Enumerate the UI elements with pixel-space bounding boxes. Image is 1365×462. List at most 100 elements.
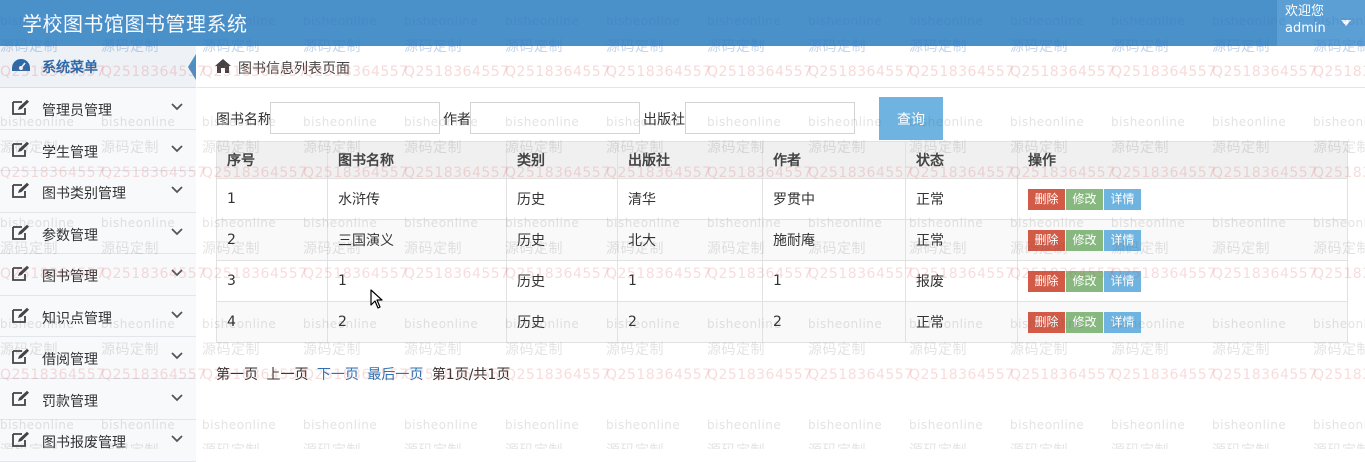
chevron-down-icon	[171, 352, 183, 360]
sidebar-item-label: 参数管理	[42, 227, 98, 244]
sidebar-item-label: 图书报废管理	[42, 435, 126, 451]
cell-publisher: 清华	[617, 178, 763, 220]
edit-icon	[12, 182, 29, 198]
detail-button[interactable]: 详情	[1104, 311, 1141, 333]
edit-icon	[12, 224, 29, 240]
edit-icon	[12, 307, 29, 323]
cell-status: 正常	[905, 301, 1018, 343]
sidebar-item-label: 图书管理	[42, 269, 98, 285]
cell-ops: 删除 修改 详情	[1017, 260, 1348, 302]
cell-name: 1	[327, 260, 507, 302]
mouse-cursor-icon	[370, 289, 383, 309]
publisher-input[interactable]	[685, 102, 855, 134]
cell-no: 2	[216, 219, 328, 261]
author-label: 作者	[443, 112, 471, 128]
delete-button[interactable]: 删除	[1028, 270, 1065, 292]
cell-name: 水浒传	[327, 178, 507, 220]
sidebar-item-label: 罚款管理	[42, 393, 98, 410]
detail-button[interactable]: 详情	[1104, 270, 1141, 292]
edit-icon	[12, 390, 29, 406]
col-header: 出版社	[617, 141, 763, 179]
first-page: 第一页	[216, 367, 258, 383]
chevron-down-icon	[171, 227, 183, 235]
cell-publisher: 1	[617, 260, 763, 302]
table-row: 2 三国演义 历史 北大 施耐庵 正常 删除 修改 详情	[216, 219, 1348, 261]
delete-button[interactable]: 删除	[1028, 311, 1065, 333]
page-info: 第1页/共1页	[431, 367, 511, 383]
table-row: 3 1 历史 1 1 报废 删除 修改 详情	[216, 260, 1348, 302]
dashboard-icon	[12, 59, 30, 71]
cell-no: 4	[216, 301, 328, 343]
chevron-down-icon	[171, 393, 183, 401]
sidebar-item-label: 知识点管理	[42, 310, 112, 327]
chevron-down-icon	[171, 269, 183, 277]
col-header: 图书名称	[327, 141, 507, 179]
book-table: 序号 图书名称 类别 出版社 作者 状态 操作 1 水浒传 历史 清华 罗贯中 正常 删除修…	[216, 141, 1348, 343]
sidebar-item-label: 管理员管理	[42, 103, 112, 119]
edit-icon	[12, 265, 29, 281]
sidebar-item[interactable]: 图书管理	[0, 254, 196, 296]
cell-author: 2	[762, 301, 906, 343]
edit-button[interactable]: 修改	[1066, 270, 1103, 292]
sidebar-item[interactable]: 知识点管理	[0, 295, 196, 337]
cell-author: 1	[762, 260, 906, 302]
breadcrumb: 图书信息列表页面	[197, 46, 1365, 88]
author-input[interactable]	[470, 102, 640, 134]
edit-button[interactable]: 修改	[1066, 229, 1103, 251]
chevron-down-icon	[171, 186, 183, 194]
chevron-down-icon	[171, 435, 183, 443]
cell-category: 历史	[506, 301, 618, 343]
cell-name: 三国演义	[327, 219, 507, 261]
edit-button[interactable]: 修改	[1066, 188, 1103, 210]
sidebar-item[interactable]: 学生管理	[0, 129, 196, 171]
col-header: 操作	[1017, 141, 1348, 179]
chevron-down-icon	[171, 310, 183, 318]
sidebar-item[interactable]: 图书类别管理	[0, 171, 196, 213]
sidebar-item[interactable]: 罚款管理	[0, 378, 196, 420]
sidebar-item-label: 学生管理	[42, 144, 98, 161]
chevron-down-icon	[171, 144, 183, 152]
cell-ops: 删除 修改 详情	[1017, 301, 1348, 343]
detail-button[interactable]: 详情	[1104, 229, 1141, 251]
cell-name: 2	[327, 301, 507, 343]
publisher-label: 出版社	[643, 112, 685, 128]
edit-button[interactable]: 修改	[1066, 311, 1103, 333]
sidebar-header[interactable]: 系统菜单	[0, 46, 196, 88]
sidebar-item[interactable]: 管理员管理	[0, 88, 196, 130]
cell-no: 1	[216, 178, 328, 220]
cell-category: 历史	[506, 260, 618, 302]
cell-no: 3	[216, 260, 328, 302]
col-header: 序号	[216, 141, 328, 179]
breadcrumb-label: 图书信息列表页面	[238, 61, 350, 77]
query-button[interactable]: 查询	[879, 97, 943, 140]
home-icon[interactable]	[214, 58, 232, 74]
last-page-link[interactable]: 最后一页	[367, 367, 423, 383]
cell-ops: 删除 修改 详情	[1017, 178, 1348, 220]
delete-button[interactable]: 删除	[1028, 229, 1065, 251]
chevron-down-icon	[171, 103, 183, 111]
next-page-link[interactable]: 下一页	[317, 367, 359, 383]
table-header-row: 序号 图书名称 类别 出版社 作者 状态 操作	[216, 141, 1348, 179]
sidebar-item[interactable]: 参数管理	[0, 212, 196, 254]
edit-icon	[12, 99, 29, 115]
app-title: 学校图书馆图书管理系统	[22, 12, 248, 36]
sidebar-item[interactable]: 图书报废管理	[0, 420, 196, 462]
sidebar-item[interactable]: 借阅管理	[0, 337, 196, 379]
cell-category: 历史	[506, 178, 618, 220]
welcome-text: 欢迎您	[1285, 4, 1325, 19]
edit-icon	[12, 348, 29, 364]
username: admin	[1285, 21, 1326, 36]
prev-page: 上一页	[266, 367, 309, 383]
main-content: 图书信息列表页面 图书名称 作者 出版社 查询 序号 图书名称 类别 出版社 作…	[197, 46, 1365, 449]
caret-down-icon	[1341, 20, 1351, 26]
sidebar-item-label: 图书类别管理	[42, 186, 126, 202]
table-row: 4 2 历史 2 2 正常 删除 修改 详情	[216, 301, 1348, 343]
book-name-input[interactable]	[270, 102, 440, 134]
detail-button[interactable]: 详情	[1104, 188, 1141, 210]
cell-ops: 删除 修改 详情	[1017, 219, 1348, 261]
delete-button[interactable]: 删除	[1028, 188, 1065, 210]
user-menu[interactable]: 欢迎您 admin	[1277, 0, 1365, 46]
cell-publisher: 2	[617, 301, 763, 343]
col-header: 状态	[905, 141, 1018, 179]
edit-icon	[12, 141, 29, 157]
